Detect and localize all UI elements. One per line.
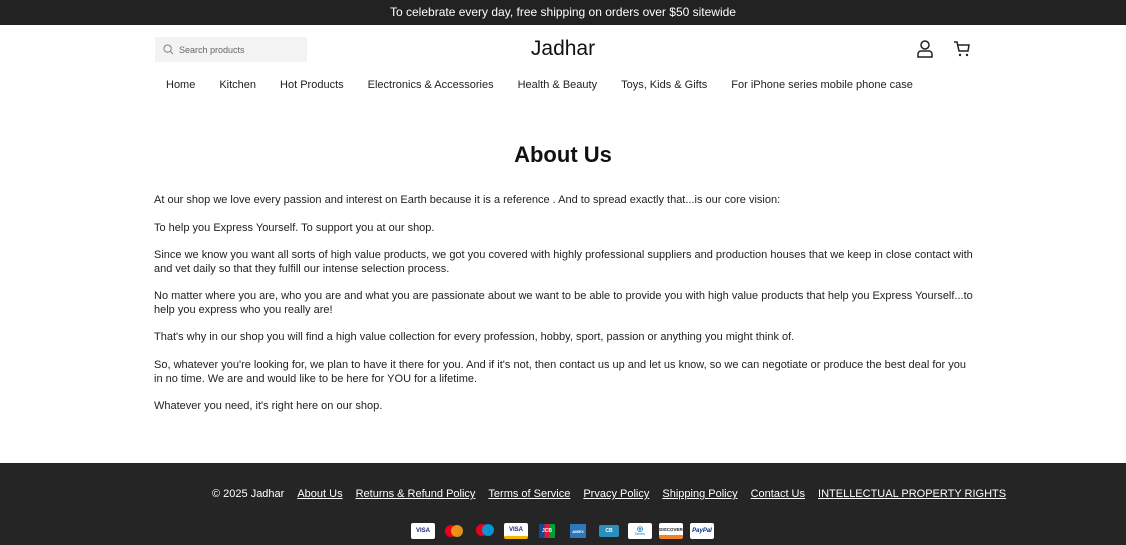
footer-link-shipping[interactable]: Shipping Policy (662, 488, 737, 500)
amex-label: AMEX (570, 524, 586, 538)
nav-hot-products[interactable]: Hot Products (280, 79, 344, 91)
footer-link-about[interactable]: About Us (297, 488, 342, 500)
paragraph: At our shop we love every passion and in… (154, 194, 781, 206)
copyright: © 2025 Jadhar (212, 488, 285, 500)
footer-link-privacy[interactable]: Prvacy Policy (583, 488, 649, 500)
footer-link-refund[interactable]: Returns & Refund Policy (356, 488, 476, 500)
footer-link-terms[interactable]: Terms of Service (488, 488, 570, 500)
nav-health-beauty[interactable]: Health & Beauty (518, 79, 598, 91)
diners-label: Diners (634, 531, 646, 536)
footer-link-ip-rights[interactable]: INTELLECTUAL PROPERTY RIGHTS (818, 488, 1006, 500)
jcb-icon: JCB (535, 523, 559, 539)
nav-iphone-cases[interactable]: For iPhone series mobile phone case (731, 79, 913, 91)
discover-icon: DISCOVER (659, 523, 683, 539)
paragraph: That's why in our shop you will find a h… (154, 331, 795, 344)
page-title: About Us (514, 142, 612, 167)
footer-link-contact[interactable]: Contact Us (751, 488, 805, 500)
visa-electron-icon: VISA (504, 523, 528, 539)
cb-label: CB (599, 525, 619, 537)
jcb-label: JCB (539, 524, 555, 538)
header: Search products Jadhar (0, 25, 1126, 75)
diners-club-icon: ◎ Diners (628, 523, 652, 539)
visa-icon: VISA (411, 523, 435, 539)
nav-home[interactable]: Home (166, 79, 195, 91)
nav-toys-kids-gifts[interactable]: Toys, Kids & Gifts (621, 79, 707, 91)
announcement-bar: To celebrate every day, free shipping on… (0, 0, 1126, 25)
paragraph: Whatever you need, it's right here on ou… (154, 400, 383, 413)
nav-kitchen[interactable]: Kitchen (219, 79, 256, 91)
footer: © 2025 Jadhar About Us Returns & Refund … (0, 463, 1126, 545)
paragraph: No matter where you are, who you are and… (154, 290, 973, 316)
cb-icon: CB (597, 523, 621, 539)
maestro-icon (476, 524, 494, 536)
account-icon[interactable] (916, 40, 934, 58)
about-content: At our shop we love every passion and in… (154, 194, 974, 428)
mastercard-icon (445, 525, 463, 537)
amex-icon: AMEX (566, 523, 590, 539)
nav-electronics[interactable]: Electronics & Accessories (368, 79, 494, 91)
cart-icon[interactable] (953, 40, 971, 58)
paragraph: So, whatever you're looking for, we plan… (154, 358, 966, 385)
payment-icons: VISA VISA JCB AMEX CB ◎ Diners DISCOVER P… (411, 523, 714, 539)
paragraph: Since we know you want all sorts of high… (154, 249, 973, 275)
paypal-icon: PayPal (690, 523, 714, 539)
paragraph: To help you Express Yourself. To support… (154, 221, 435, 234)
main-nav: Home Kitchen Hot Products Electronics & … (166, 79, 913, 91)
